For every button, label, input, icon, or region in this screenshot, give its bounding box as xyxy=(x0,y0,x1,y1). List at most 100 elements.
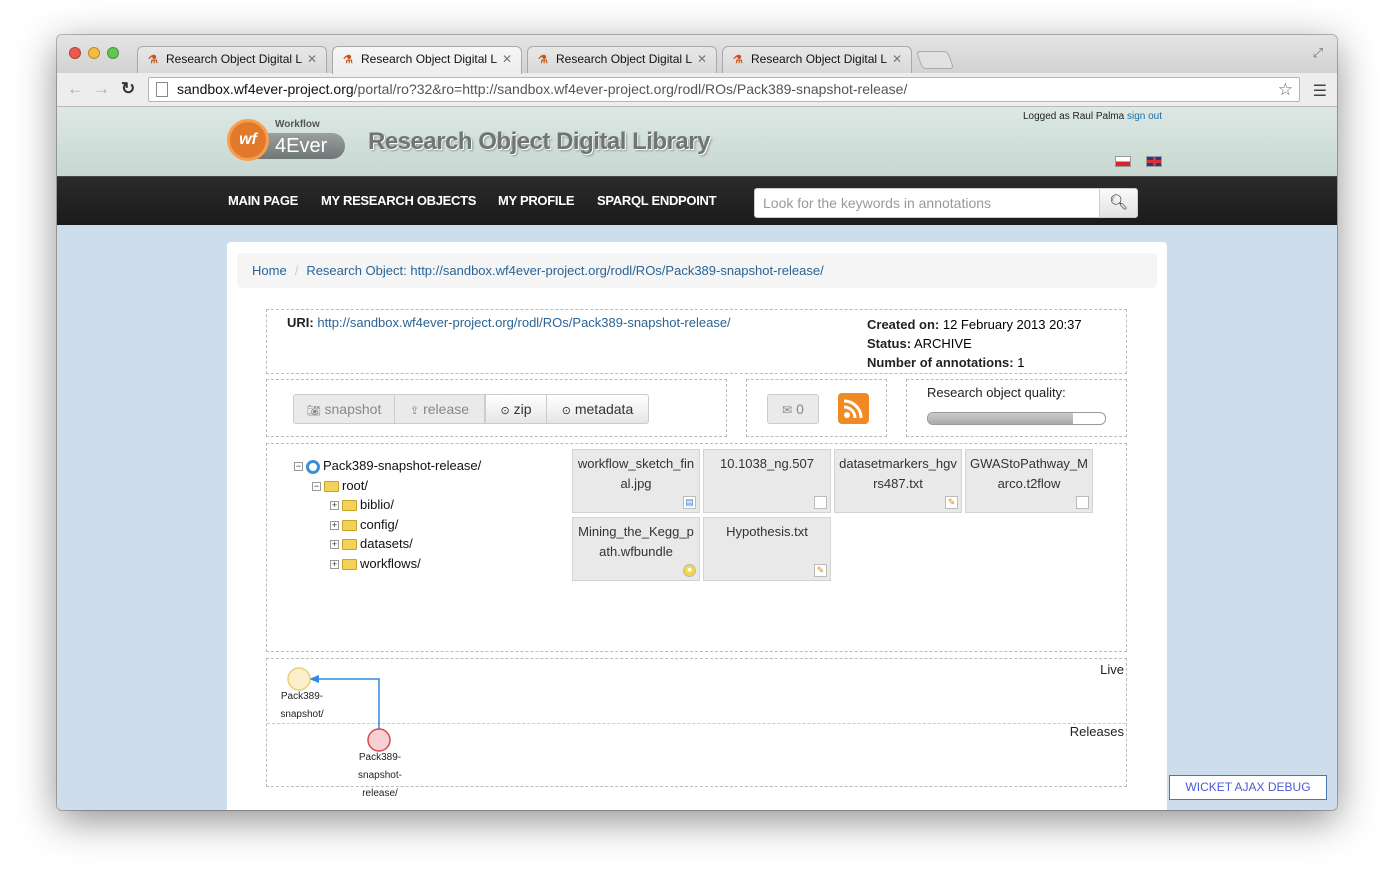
release-button[interactable]: ⇪ release xyxy=(394,394,485,424)
releases-lane-label: Releases xyxy=(1069,724,1124,739)
search-icon: 🔍︎ xyxy=(1108,194,1129,211)
created-date: 12 February 2013 20:37 xyxy=(942,317,1082,332)
tab-strip: ⚗ Research Object Digital Lib ✕ ⚗ Resear… xyxy=(57,35,1337,74)
file-tile[interactable]: datasetmarkers_hgvrs487.txt ✎ xyxy=(834,449,962,513)
envelope-icon: ✉ xyxy=(782,403,793,417)
rss-feed-icon[interactable] xyxy=(838,393,869,424)
ro-uri-link[interactable]: http://sandbox.wf4ever-project.org/rodl/… xyxy=(317,315,730,330)
browser-tab-1[interactable]: ⚗ Research Object Digital Lib ✕ xyxy=(137,46,327,73)
sign-out-link[interactable]: sign out xyxy=(1127,111,1162,122)
browser-tab-3[interactable]: ⚗ Research Object Digital Lib ✕ xyxy=(527,46,717,73)
share-icon: ⇪ xyxy=(409,405,420,417)
favicon-icon: ⚗ xyxy=(538,54,548,66)
english-flag-icon[interactable] xyxy=(1146,156,1162,167)
actions-box: 📷︎ snapshot ⇪ release ⊙ zip ⊙ metadata xyxy=(266,379,727,437)
folder-icon xyxy=(342,500,357,512)
browser-tab-4[interactable]: ⚗ Research Object Digital Lib ✕ xyxy=(722,46,912,73)
expand-icon[interactable]: + xyxy=(330,540,339,550)
main-navbar: MAIN PAGE MY RESEARCH OBJECTS MY PROFILE… xyxy=(57,176,1337,225)
expand-icon[interactable]: + xyxy=(330,521,339,531)
forward-arrow-icon[interactable]: → xyxy=(93,79,110,99)
tab-close-icon[interactable]: ✕ xyxy=(697,52,707,66)
close-window-button[interactable] xyxy=(69,47,81,59)
tab-close-icon[interactable]: ✕ xyxy=(892,52,902,66)
breadcrumb: Home / Research Object: http://sandbox.wf4… xyxy=(237,253,1157,288)
tree-node-root[interactable]: − root/ xyxy=(312,477,368,495)
nav-my-profile[interactable]: MY PROFILE xyxy=(498,193,575,208)
evolution-history-box: Live Releases Pack389-snapshot/ Pack389-… xyxy=(266,658,1127,799)
quality-box: Research object quality: xyxy=(906,379,1127,437)
folder-icon xyxy=(342,559,357,571)
favicon-icon: ⚗ xyxy=(148,54,158,66)
release-node[interactable] xyxy=(367,728,391,752)
reload-icon[interactable]: ↻ xyxy=(121,79,135,99)
tree-node-folder[interactable]: + config/ xyxy=(330,516,398,534)
file-tile[interactable]: Mining_the_Kegg_path.wfbundle ✷ xyxy=(572,517,700,581)
text-file-icon: ✎ xyxy=(945,496,958,509)
live-lane-label: Live xyxy=(1100,662,1124,677)
new-tab-button[interactable] xyxy=(915,51,955,69)
tree-node-ro[interactable]: − Pack389-snapshot-release/ xyxy=(294,457,481,475)
expand-icon[interactable]: + xyxy=(330,501,339,511)
nav-main-page[interactable]: MAIN PAGE xyxy=(228,193,298,208)
folder-icon xyxy=(342,520,357,532)
minimize-window-button[interactable] xyxy=(88,47,100,59)
file-tile[interactable]: 10.1038_ng.507 xyxy=(703,449,831,513)
file-tile[interactable]: Hypothesis.txt ✎ xyxy=(703,517,831,581)
tab-close-icon[interactable]: ✕ xyxy=(307,52,317,66)
snapshot-node-label: Pack389-snapshot/ xyxy=(280,691,324,720)
site-header: 4Ever wf Workflow Research Object Digita… xyxy=(57,107,1337,176)
favicon-icon: ⚗ xyxy=(343,54,353,66)
download-icon: ⊙ xyxy=(500,405,510,417)
bookmark-star-icon[interactable]: ☆ xyxy=(1278,78,1293,101)
page-icon xyxy=(156,82,168,97)
breadcrumb-current[interactable]: Research Object: http://sandbox.wf4ever-… xyxy=(306,263,823,278)
wf4ever-logo[interactable]: 4Ever wf Workflow xyxy=(227,117,347,163)
image-icon: ▤ xyxy=(683,496,696,509)
browser-tab-2[interactable]: ⚗ Research Object Digital Lib ✕ xyxy=(332,46,522,74)
quality-progress-bar xyxy=(927,412,1106,425)
content-panel: Home / Research Object: http://sandbox.wf4… xyxy=(227,242,1167,810)
back-arrow-icon[interactable]: ← xyxy=(67,79,84,99)
search-button[interactable]: 🔍︎ xyxy=(1099,188,1138,218)
annotation-search-input[interactable]: Look for the keywords in annotations xyxy=(754,188,1100,218)
nav-sparql-endpoint[interactable]: SPARQL ENDPOINT xyxy=(597,193,717,208)
snapshot-button[interactable]: 📷︎ snapshot xyxy=(293,394,395,424)
fullscreen-icon[interactable]: ⤢ xyxy=(1313,45,1323,61)
favicon-icon: ⚗ xyxy=(733,54,743,66)
folder-icon xyxy=(324,481,339,493)
file-icon xyxy=(814,496,827,509)
folder-icon xyxy=(342,539,357,551)
page-viewport: 4Ever wf Workflow Research Object Digita… xyxy=(57,107,1337,810)
expand-icon[interactable]: + xyxy=(330,560,339,570)
polish-flag-icon[interactable] xyxy=(1115,156,1131,167)
messages-button[interactable]: ✉ 0 xyxy=(767,394,819,424)
tree-node-folder[interactable]: + datasets/ xyxy=(330,535,413,553)
metadata-download-button[interactable]: ⊙ metadata xyxy=(546,394,649,424)
ro-status: ARCHIVE xyxy=(913,336,972,351)
nav-my-research-objects[interactable]: MY RESEARCH OBJECTS xyxy=(321,193,476,208)
bundle-icon: ✷ xyxy=(683,564,696,577)
ro-info-box: URI: http://sandbox.wf4ever-project.org/… xyxy=(266,309,1127,374)
tree-node-folder[interactable]: + workflows/ xyxy=(330,555,421,573)
collapse-icon[interactable]: − xyxy=(294,462,303,472)
collapse-icon[interactable]: − xyxy=(312,482,321,492)
menu-icon[interactable]: ☰ xyxy=(1313,81,1327,101)
text-file-icon: ✎ xyxy=(814,564,827,577)
snapshot-node[interactable] xyxy=(287,667,311,691)
browser-toolbar: ← → ↻ sandbox.wf4ever-project.org/portal… xyxy=(57,73,1337,107)
file-tile[interactable]: GWAStoPathway_Marco.t2flow xyxy=(965,449,1093,513)
wicket-ajax-debug-button[interactable]: WICKET AJAX DEBUG xyxy=(1169,775,1327,800)
tree-node-folder[interactable]: + biblio/ xyxy=(330,496,394,514)
annotation-count: 1 xyxy=(1017,355,1025,370)
file-tile[interactable]: workflow_sketch_final.jpg ▤ xyxy=(572,449,700,513)
ro-content-box: − Pack389-snapshot-release/ − root/ + bibli… xyxy=(266,443,1127,652)
tab-close-icon[interactable]: ✕ xyxy=(502,52,512,66)
breadcrumb-home[interactable]: Home xyxy=(252,263,287,278)
site-title: Research Object Digital Library xyxy=(368,128,710,155)
research-object-icon xyxy=(306,459,320,474)
maximize-window-button[interactable] xyxy=(107,47,119,59)
zip-download-button[interactable]: ⊙ zip xyxy=(485,394,547,424)
login-status: Logged as Raul Palma sign out xyxy=(1023,111,1162,122)
address-bar[interactable]: sandbox.wf4ever-project.org/portal/ro?32… xyxy=(148,77,1300,102)
